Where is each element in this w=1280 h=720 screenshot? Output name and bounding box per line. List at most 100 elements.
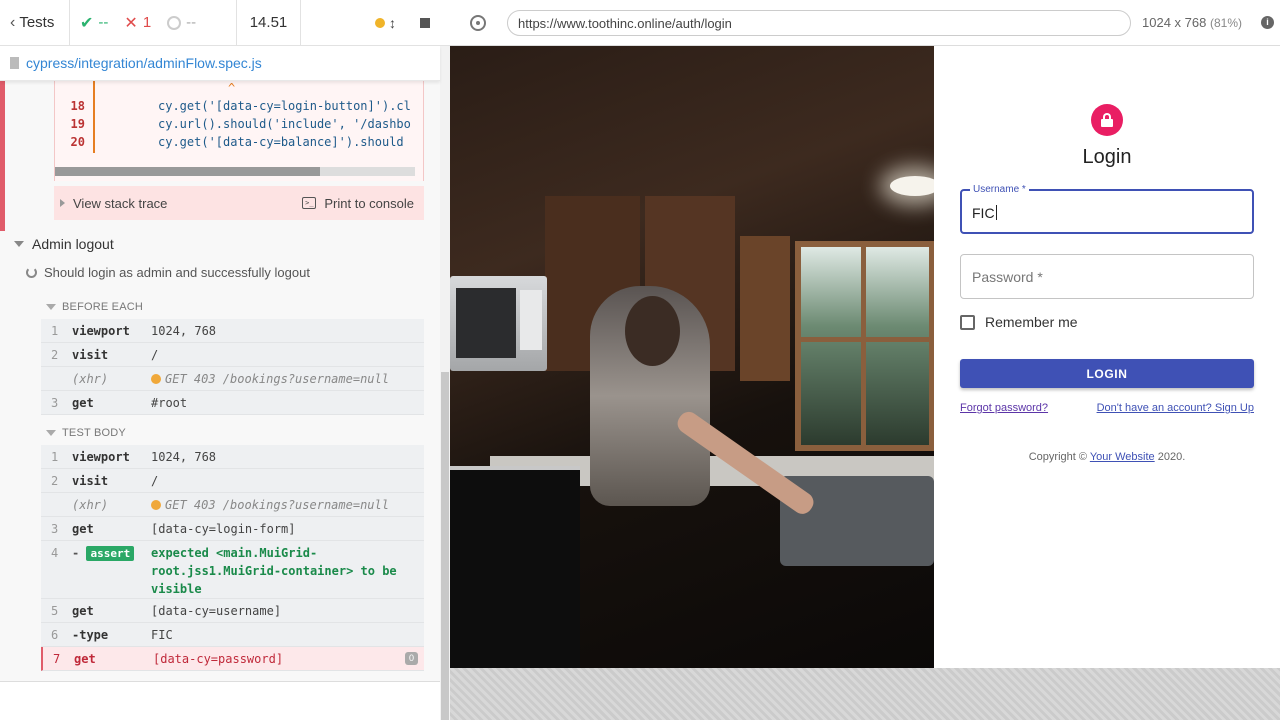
code-horizontal-scrollbar[interactable] [55, 167, 415, 176]
pending-stat: -- [167, 14, 196, 31]
info-icon[interactable]: i [1261, 16, 1274, 29]
upper-cabinet [740, 236, 790, 381]
command-number: 6 [51, 628, 59, 642]
hook-label: TEST BODY [62, 427, 126, 439]
command-log[interactable]: ^ 18 cy.get('[data-cy=login-button]').cl… [0, 81, 440, 681]
failed-command-row[interactable]: 7 get [data-cy=password] 0 [41, 647, 424, 671]
username-value: FIC [972, 205, 995, 221]
print-to-console-button[interactable]: >_ Print to console [302, 196, 414, 211]
username-field[interactable]: Username * FIC [960, 184, 1254, 234]
reporter-scrollbar[interactable] [440, 46, 450, 720]
password-field[interactable]: Password * [960, 254, 1254, 299]
command-name: get [72, 604, 94, 618]
test-body-commands: 1 viewport 1024, 768 2 visit / (xhr) GET… [41, 445, 424, 671]
forgot-password-link[interactable]: Forgot password? [960, 402, 1048, 414]
copyright-year: 2020. [1157, 451, 1186, 463]
command-name: get [72, 396, 94, 410]
assert-prefix: - [72, 546, 80, 560]
command-row[interactable]: 3 get [data-cy=login-form] [41, 517, 424, 541]
auto-scroll-toggle[interactable]: ↕ [375, 15, 396, 31]
view-stack-trace-label: View stack trace [73, 195, 168, 211]
chevron-left-icon: ‹ [10, 13, 16, 31]
xhr-row[interactable]: (xhr) GET 403 /bookings?username=null [41, 493, 424, 517]
remember-checkbox[interactable] [960, 314, 975, 330]
command-number: 3 [51, 396, 59, 410]
xhr-message: GET 403 /bookings?username=null [165, 498, 389, 512]
chevron-down-icon [14, 241, 24, 247]
spec-file-link[interactable]: cypress/integration/adminFlow.spec.js [26, 55, 262, 71]
command-row[interactable]: 1 viewport 1024, 768 [41, 319, 424, 343]
command-row[interactable]: 6 -type FIC [41, 623, 424, 647]
command-row[interactable]: 2 visit / [41, 469, 424, 493]
print-to-console-label: Print to console [324, 195, 414, 211]
command-row[interactable]: 2 visit / [41, 343, 424, 367]
tests-label: Tests [19, 14, 55, 31]
stove [450, 466, 580, 668]
your-website-link[interactable]: Your Website [1090, 451, 1155, 463]
passed-count: -- [98, 14, 109, 31]
before-each-commands: 1 viewport 1024, 768 2 visit / (xhr) GET… [41, 319, 424, 415]
viewport-size: 1024 x 768 (81%) [1142, 15, 1242, 30]
duration: 14.51 [237, 0, 301, 45]
username-label: Username * [970, 184, 1029, 195]
command-message: / [151, 474, 159, 488]
command-number: 3 [51, 522, 59, 536]
assert-row[interactable]: 4 - assert expected <main.MuiGrid-root.j… [41, 541, 424, 599]
command-row[interactable]: 5 get [data-cy=username] [41, 599, 424, 623]
command-message: GET 403 /bookings?username=null [151, 498, 389, 512]
crosshair-icon[interactable] [470, 15, 486, 31]
xhr-status-icon [151, 374, 161, 384]
code-text: cy.url().should('include', '/dashbo [158, 117, 411, 131]
login-button[interactable]: LOGIN [960, 359, 1254, 388]
url-bar[interactable]: https://www.toothinc.online/auth/login [507, 10, 1131, 36]
app-preview: https://www.toothinc.online/auth/login 1… [450, 0, 1280, 720]
suite-header[interactable]: Admin logout [14, 236, 114, 252]
command-message: #root [151, 396, 188, 410]
command-name: viewport [72, 324, 130, 338]
command-row[interactable]: 3 get #root [41, 391, 424, 415]
suite-title: Admin logout [32, 236, 114, 252]
sign-up-link[interactable]: Don't have an account? Sign Up [1097, 402, 1254, 414]
file-icon [10, 57, 19, 69]
test-body-hook[interactable]: TEST BODY [46, 427, 126, 439]
command-message: 1024, 768 [151, 450, 217, 464]
failed-count: 1 [142, 14, 152, 31]
xhr-row[interactable]: (xhr) GET 403 /bookings?username=null [41, 367, 424, 391]
remember-me[interactable]: Remember me [960, 314, 1078, 330]
spinner-icon [26, 267, 37, 278]
kitchen-window [795, 241, 934, 451]
running-dot-icon [375, 17, 385, 28]
test-title[interactable]: Should login as admin and successfully l… [26, 265, 310, 280]
command-name: get [72, 522, 94, 536]
line-number: 19 [70, 117, 85, 131]
before-each-hook[interactable]: BEFORE EACH [46, 301, 143, 313]
tests-button[interactable]: ‹ Tests [0, 0, 70, 45]
viewport-background [450, 668, 1280, 720]
pending-icon [167, 15, 182, 30]
stop-icon[interactable] [420, 17, 430, 28]
chevron-right-icon [60, 199, 65, 207]
command-message: [data-cy=login-form] [151, 522, 296, 536]
username-input[interactable]: FIC [972, 205, 997, 221]
command-number: 5 [51, 604, 59, 618]
run-controls: ↕ [301, 0, 450, 45]
command-number: 2 [51, 348, 59, 362]
remember-label: Remember me [985, 314, 1078, 330]
scrollbar-thumb[interactable] [55, 167, 320, 176]
scrollbar-thumb[interactable] [441, 372, 449, 720]
failure-indicator [0, 81, 5, 231]
password-placeholder: Password * [972, 269, 1043, 285]
hook-label: BEFORE EACH [62, 301, 144, 313]
command-message: FIC [151, 628, 173, 642]
command-row[interactable]: 1 viewport 1024, 768 [41, 445, 424, 469]
code-line-caret: ^ [55, 81, 415, 99]
x-icon: ✕ [124, 14, 138, 32]
login-panel: Login Username * FIC Password * Remember… [934, 46, 1280, 668]
test-title-text: Should login as admin and successfully l… [44, 265, 310, 280]
copyright: Copyright © Your Website 2020. [934, 451, 1280, 463]
kitchen-photo [450, 46, 934, 668]
command-number: 1 [51, 324, 59, 338]
light-fixture [890, 176, 934, 196]
lock-avatar [1091, 104, 1123, 136]
view-stack-trace-toggle[interactable]: View stack trace [60, 196, 167, 211]
